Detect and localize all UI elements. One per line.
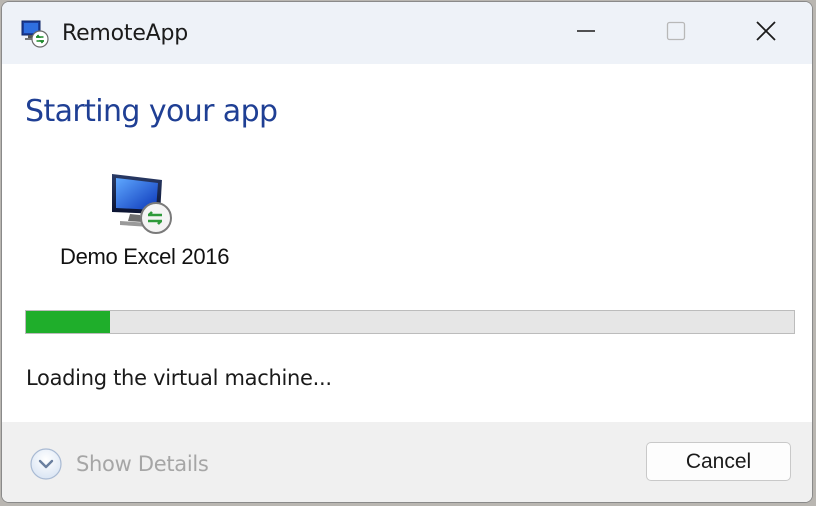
page-title: Starting your app (25, 94, 278, 129)
close-button[interactable] (720, 2, 812, 64)
show-details-link[interactable]: Show Details (76, 452, 209, 476)
close-icon (755, 20, 777, 47)
maximize-button[interactable] (630, 2, 722, 64)
progress-bar-fill (26, 311, 111, 333)
remoteapp-window: RemoteApp Starting your app Demo Excel 2… (1, 1, 813, 503)
minimize-icon (576, 21, 596, 46)
cancel-button[interactable]: Cancel (646, 442, 791, 481)
app-name-label: Demo Excel 2016 (60, 244, 230, 269)
window-title: RemoteApp (62, 21, 189, 46)
remote-desktop-monitor-icon (106, 170, 178, 240)
maximize-icon (666, 21, 686, 46)
chevron-down-circle-icon[interactable] (29, 447, 63, 481)
dialog-content: Starting your app Demo Excel 2016 Loadin… (2, 64, 812, 422)
dialog-footer: Show Details Cancel (2, 422, 812, 502)
status-text: Loading the virtual machine... (26, 366, 332, 390)
progress-bar (25, 310, 795, 334)
title-bar[interactable]: RemoteApp (2, 2, 812, 64)
minimize-button[interactable] (540, 2, 632, 64)
remote-desktop-icon (20, 19, 50, 49)
